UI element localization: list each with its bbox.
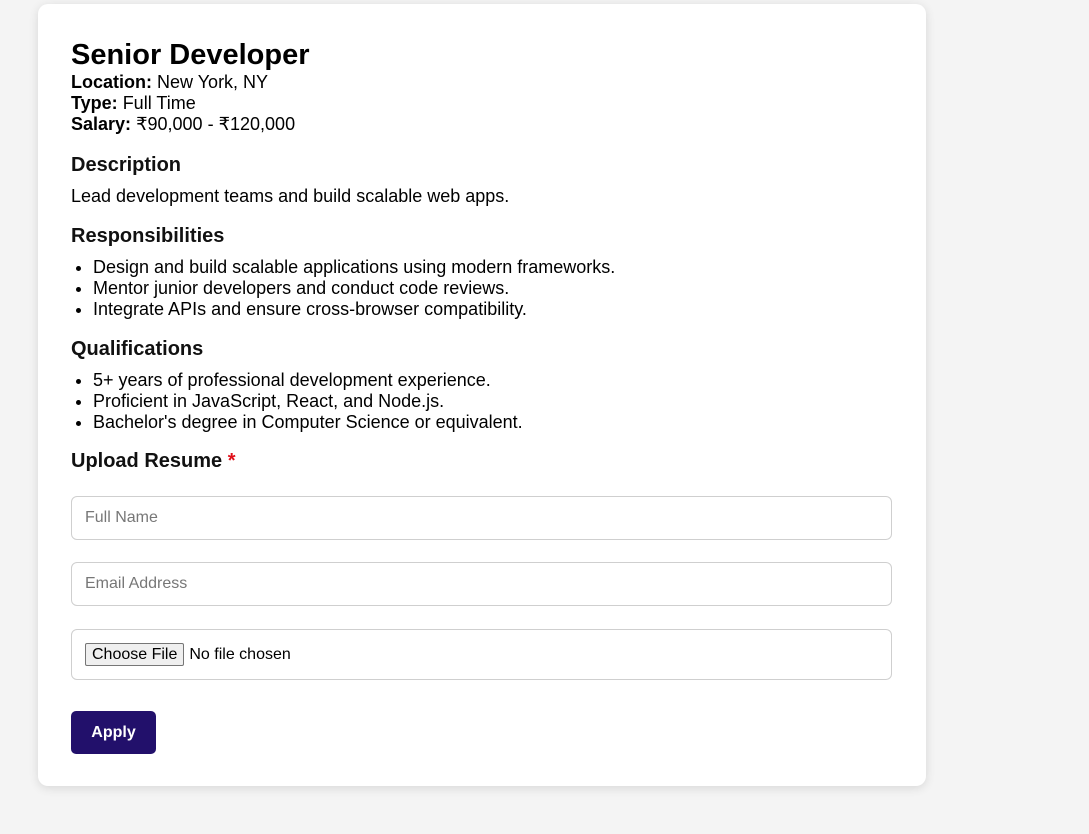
email-field[interactable] <box>71 562 892 606</box>
list-item: Proficient in JavaScript, React, and Nod… <box>93 391 893 412</box>
location-label: Location: <box>71 72 152 92</box>
list-item: Integrate APIs and ensure cross-browser … <box>93 299 893 320</box>
qualifications-heading: Qualifications <box>71 338 204 360</box>
responsibilities-list: Design and build scalable applications u… <box>71 257 893 320</box>
type-value: Full Time <box>122 93 196 113</box>
file-status: No file chosen <box>189 645 291 663</box>
list-item: 5+ years of professional development exp… <box>93 370 893 391</box>
full-name-input[interactable] <box>71 496 892 540</box>
salary-label: Salary: <box>71 114 132 134</box>
job-salary: Salary: ₹90,000 - ₹120,000 <box>71 114 893 135</box>
job-location: Location: New York, NY <box>71 72 893 93</box>
upload-resume-label: Upload Resume <box>71 450 223 472</box>
responsibilities-heading: Responsibilities <box>71 225 225 247</box>
job-card: Senior Developer Location: New York, NY … <box>38 4 926 786</box>
description-heading: Description <box>71 154 182 176</box>
list-item: Design and build scalable applications u… <box>93 257 893 278</box>
choose-file-button[interactable]: Choose File <box>85 643 185 666</box>
job-title: Senior Developer <box>71 39 310 71</box>
apply-button[interactable]: Apply <box>71 711 156 754</box>
required-marker: * <box>227 450 236 472</box>
resume-file-input[interactable]: Choose File No file chosen <box>71 629 892 680</box>
description-text: Lead development teams and build scalabl… <box>71 186 510 206</box>
job-type: Type: Full Time <box>71 93 893 114</box>
location-value: New York, NY <box>157 72 269 92</box>
type-label: Type: <box>71 93 118 113</box>
list-item: Bachelor's degree in Computer Science or… <box>93 412 893 433</box>
salary-value: ₹90,000 - ₹120,000 <box>136 114 296 134</box>
qualifications-list: 5+ years of professional development exp… <box>71 370 893 433</box>
list-item: Mentor junior developers and conduct cod… <box>93 278 893 299</box>
upload-resume-heading: Upload Resume * <box>71 449 893 473</box>
